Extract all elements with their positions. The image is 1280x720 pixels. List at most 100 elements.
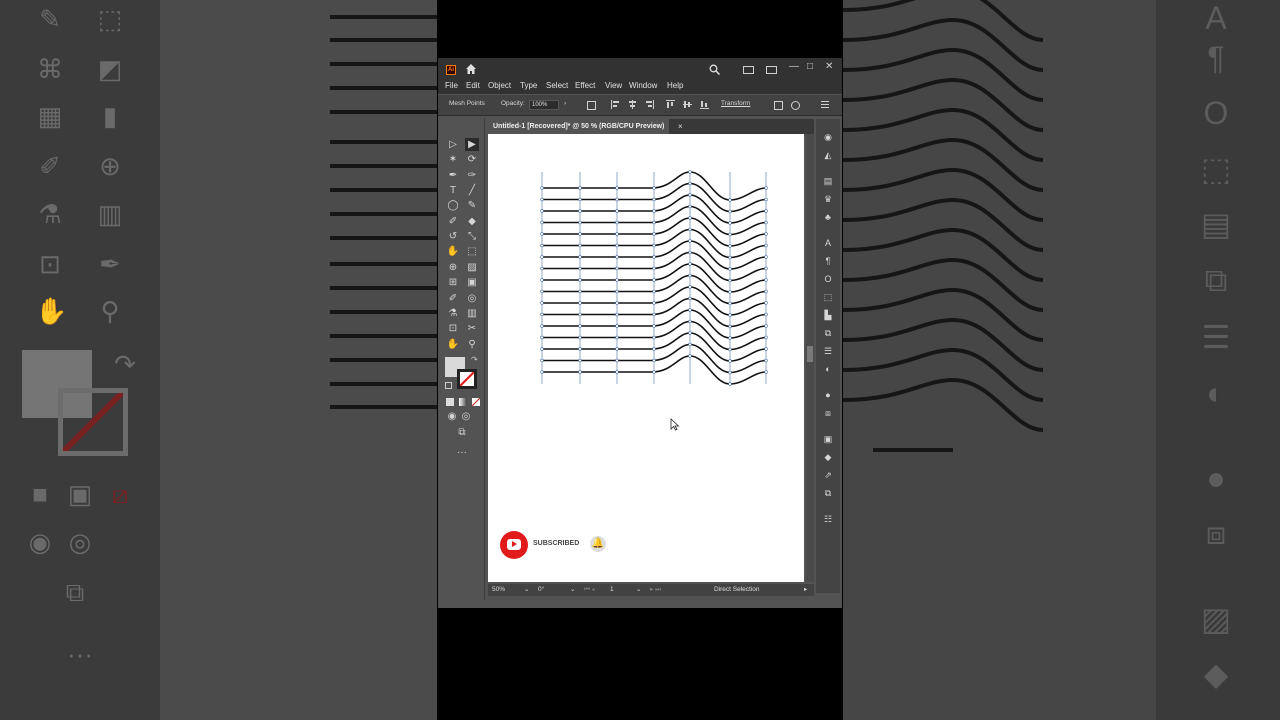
anchor-point[interactable]	[688, 354, 692, 358]
appearance-icon[interactable]: ◉	[822, 131, 834, 143]
color-panel-icon[interactable]: ●	[822, 389, 834, 401]
paintbrush-icon[interactable]: ✎	[465, 199, 479, 212]
anchor-point[interactable]	[578, 358, 582, 363]
anchor-point[interactable]	[615, 266, 619, 271]
menu-help[interactable]: Help	[667, 80, 683, 92]
curvature-tool-icon[interactable]: ✑	[465, 169, 479, 182]
stroke-panel-icon[interactable]: ☰	[822, 345, 834, 357]
anchor-point[interactable]	[728, 347, 732, 352]
anchor-point[interactable]	[615, 186, 619, 190]
symbols-icon[interactable]: ♣	[822, 211, 834, 223]
graphic-styles-icon[interactable]: ◭	[822, 149, 834, 161]
lasso-icon[interactable]: ⟳	[465, 153, 479, 166]
anchor-point[interactable]	[764, 335, 768, 340]
swap-colors-icon[interactable]: ↷	[471, 355, 478, 364]
anchor-point[interactable]	[652, 220, 656, 225]
paragraph-icon[interactable]: ¶	[822, 255, 834, 267]
anchor-point[interactable]	[688, 308, 692, 312]
anchor-point[interactable]	[688, 296, 692, 301]
anchor-point[interactable]	[578, 335, 582, 340]
anchor-point[interactable]	[728, 290, 732, 294]
arrange-documents-icon[interactable]	[743, 66, 754, 74]
eyedropper-icon[interactable]: ✐	[446, 292, 460, 305]
anchor-point[interactable]	[688, 273, 692, 278]
anchor-point[interactable]	[578, 312, 582, 317]
status-arrow-icon[interactable]: ▸	[804, 585, 807, 595]
shape-icon[interactable]	[773, 100, 783, 110]
anchor-point[interactable]	[764, 186, 768, 190]
symbol-sprayer-icon[interactable]: ⚗	[446, 307, 460, 320]
opentype-icon[interactable]: O	[822, 273, 834, 285]
anchor-point[interactable]	[615, 209, 619, 213]
search-icon[interactable]	[709, 64, 720, 75]
pen-tool-icon[interactable]: ✒	[446, 169, 460, 182]
draw-normal-icon[interactable]: ◉	[445, 410, 459, 423]
anchor-point[interactable]	[688, 262, 692, 266]
anchor-point[interactable]	[615, 255, 619, 259]
anchor-point[interactable]	[728, 244, 732, 248]
slice-tool-icon[interactable]: ✂	[465, 322, 479, 335]
first-artboard-icon[interactable]: ⏮ ◂	[584, 585, 595, 595]
eraser-icon[interactable]: ◆	[465, 215, 479, 228]
anchor-point[interactable]	[728, 313, 732, 317]
opacity-field[interactable]: 100%	[529, 100, 559, 110]
anchor-point[interactable]	[728, 336, 732, 340]
anchor-point[interactable]	[652, 289, 656, 294]
anchor-point[interactable]	[578, 266, 582, 271]
anchor-point[interactable]	[652, 358, 656, 363]
align-left-icon[interactable]	[611, 100, 621, 109]
rotation-value[interactable]: 0°	[538, 585, 544, 595]
stroke-swatch[interactable]	[457, 369, 477, 389]
artboard[interactable]: SUBSCRIBED 🔔	[488, 134, 804, 582]
pathfinder-icon[interactable]: ⧉	[822, 327, 834, 339]
anchor-point[interactable]	[540, 370, 544, 374]
anchor-point[interactable]	[688, 170, 692, 174]
scale-tool-icon[interactable]: ⤡	[465, 230, 479, 243]
anchor-point[interactable]	[540, 255, 544, 259]
change-screen-mode-icon[interactable]: ⧉	[455, 426, 469, 439]
anchor-point[interactable]	[615, 358, 619, 363]
anchor-point[interactable]	[688, 331, 692, 335]
anchor-point[interactable]	[764, 324, 768, 328]
opacity-arrow-icon[interactable]: ›	[564, 100, 566, 107]
hand-tool-icon[interactable]: ✋	[446, 338, 460, 351]
anchor-point[interactable]	[578, 255, 582, 259]
tab-close-icon[interactable]: ×	[678, 119, 683, 134]
anchor-point[interactable]	[540, 301, 544, 305]
anchor-point[interactable]	[728, 382, 732, 386]
libraries-icon[interactable]: ▤	[822, 175, 834, 187]
anchor-point[interactable]	[764, 289, 768, 294]
anchor-point[interactable]	[615, 243, 619, 248]
align-middle-icon[interactable]	[683, 100, 693, 109]
brushes-icon[interactable]: ♛	[822, 193, 834, 205]
anchor-point[interactable]	[540, 197, 544, 202]
vertical-scrollbar[interactable]	[806, 134, 814, 582]
artboards-panel-icon[interactable]: ⧉	[822, 487, 834, 499]
anchor-point[interactable]	[688, 250, 692, 255]
character-icon[interactable]: A	[822, 237, 834, 249]
gradient-panel-icon[interactable]: ▣	[822, 433, 834, 445]
anchor-point[interactable]	[688, 216, 692, 220]
anchor-point[interactable]	[764, 301, 768, 305]
line-tool-icon[interactable]: ╱	[465, 184, 479, 197]
document-tab[interactable]: Untitled-1 [Recovered]* @ 50 % (RGB/CPU …	[488, 119, 670, 134]
anchor-point[interactable]	[764, 278, 768, 282]
anchor-point[interactable]	[688, 181, 692, 186]
zoom-tool-icon[interactable]: ⚲	[465, 338, 479, 351]
anchor-point[interactable]	[615, 301, 619, 305]
anchor-point[interactable]	[578, 370, 582, 374]
align-center-icon[interactable]	[628, 100, 638, 109]
anchor-point[interactable]	[578, 289, 582, 294]
anchor-point[interactable]	[764, 220, 768, 225]
anchor-point[interactable]	[688, 319, 692, 324]
anchor-point[interactable]	[728, 209, 732, 214]
color-mode-icon[interactable]	[446, 398, 454, 406]
menu-edit[interactable]: Edit	[466, 80, 480, 92]
anchor-point[interactable]	[652, 232, 656, 236]
panel-menu-icon[interactable]	[820, 100, 830, 109]
perspective-grid-icon[interactable]: ▨	[465, 261, 479, 274]
artboard-dropdown-icon[interactable]: ⌄	[636, 585, 641, 595]
anchor-point[interactable]	[540, 243, 544, 248]
direct-selection-tool-icon[interactable]: ▶	[465, 138, 479, 151]
close-button[interactable]: ✕	[825, 61, 833, 72]
